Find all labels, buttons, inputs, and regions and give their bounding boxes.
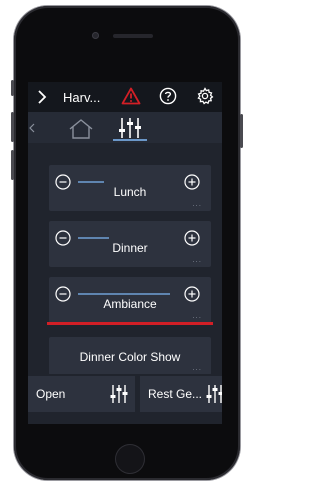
chevron-right-icon[interactable] — [36, 88, 48, 106]
page-title[interactable]: Harv... — [63, 90, 100, 105]
sliders-icon — [110, 385, 128, 403]
top-bar: Harv... — [28, 82, 222, 112]
plus-circle-icon[interactable] — [184, 174, 200, 190]
mute-switch — [11, 80, 14, 96]
home-button[interactable] — [115, 444, 145, 474]
power-button — [240, 114, 243, 148]
more-options[interactable]: ... — [192, 312, 202, 320]
volume-down-button — [11, 150, 14, 180]
level-bar — [78, 237, 109, 239]
volume-up-button — [11, 112, 14, 142]
plus-circle-icon[interactable] — [184, 286, 200, 302]
scene-card-ambiance[interactable]: Ambiance ... — [49, 277, 211, 323]
tab-bar — [28, 112, 222, 143]
more-options[interactable]: ... — [192, 200, 202, 208]
more-options[interactable]: ... — [192, 256, 202, 264]
button-label: Open — [36, 387, 66, 401]
front-camera — [92, 32, 99, 39]
sliders-icon — [206, 385, 222, 403]
open-button[interactable]: Open — [28, 376, 135, 412]
scene-card-lunch[interactable]: Lunch ... — [49, 165, 211, 211]
active-scene-indicator — [47, 322, 213, 325]
warning-triangle-icon[interactable] — [121, 87, 141, 105]
tab-home[interactable] — [68, 118, 94, 140]
home-icon — [69, 119, 93, 139]
scene-card-dinner[interactable]: Dinner ... — [49, 221, 211, 267]
app-screen: Harv... Lunch ... Dinner ... Ambiance ..… — [28, 82, 222, 424]
chevron-left-icon[interactable] — [29, 123, 35, 133]
question-circle-icon[interactable] — [159, 87, 177, 105]
earpiece-speaker — [113, 34, 153, 38]
tab-active-indicator — [113, 139, 147, 141]
gear-icon[interactable] — [196, 87, 214, 105]
sliders-icon — [119, 118, 141, 138]
scene-label: Dinner Color Show — [79, 350, 181, 364]
level-bar — [78, 181, 104, 183]
rest-ge-button[interactable]: Rest Ge... — [140, 376, 222, 412]
bottom-action-bar: Open Rest Ge... — [28, 374, 222, 424]
level-bar — [78, 293, 170, 295]
more-options[interactable]: ... — [192, 364, 202, 372]
scene-card-dinner-color-show[interactable]: Dinner Color Show ... — [49, 337, 211, 375]
button-label: Rest Ge... — [148, 387, 203, 401]
plus-circle-icon[interactable] — [184, 230, 200, 246]
